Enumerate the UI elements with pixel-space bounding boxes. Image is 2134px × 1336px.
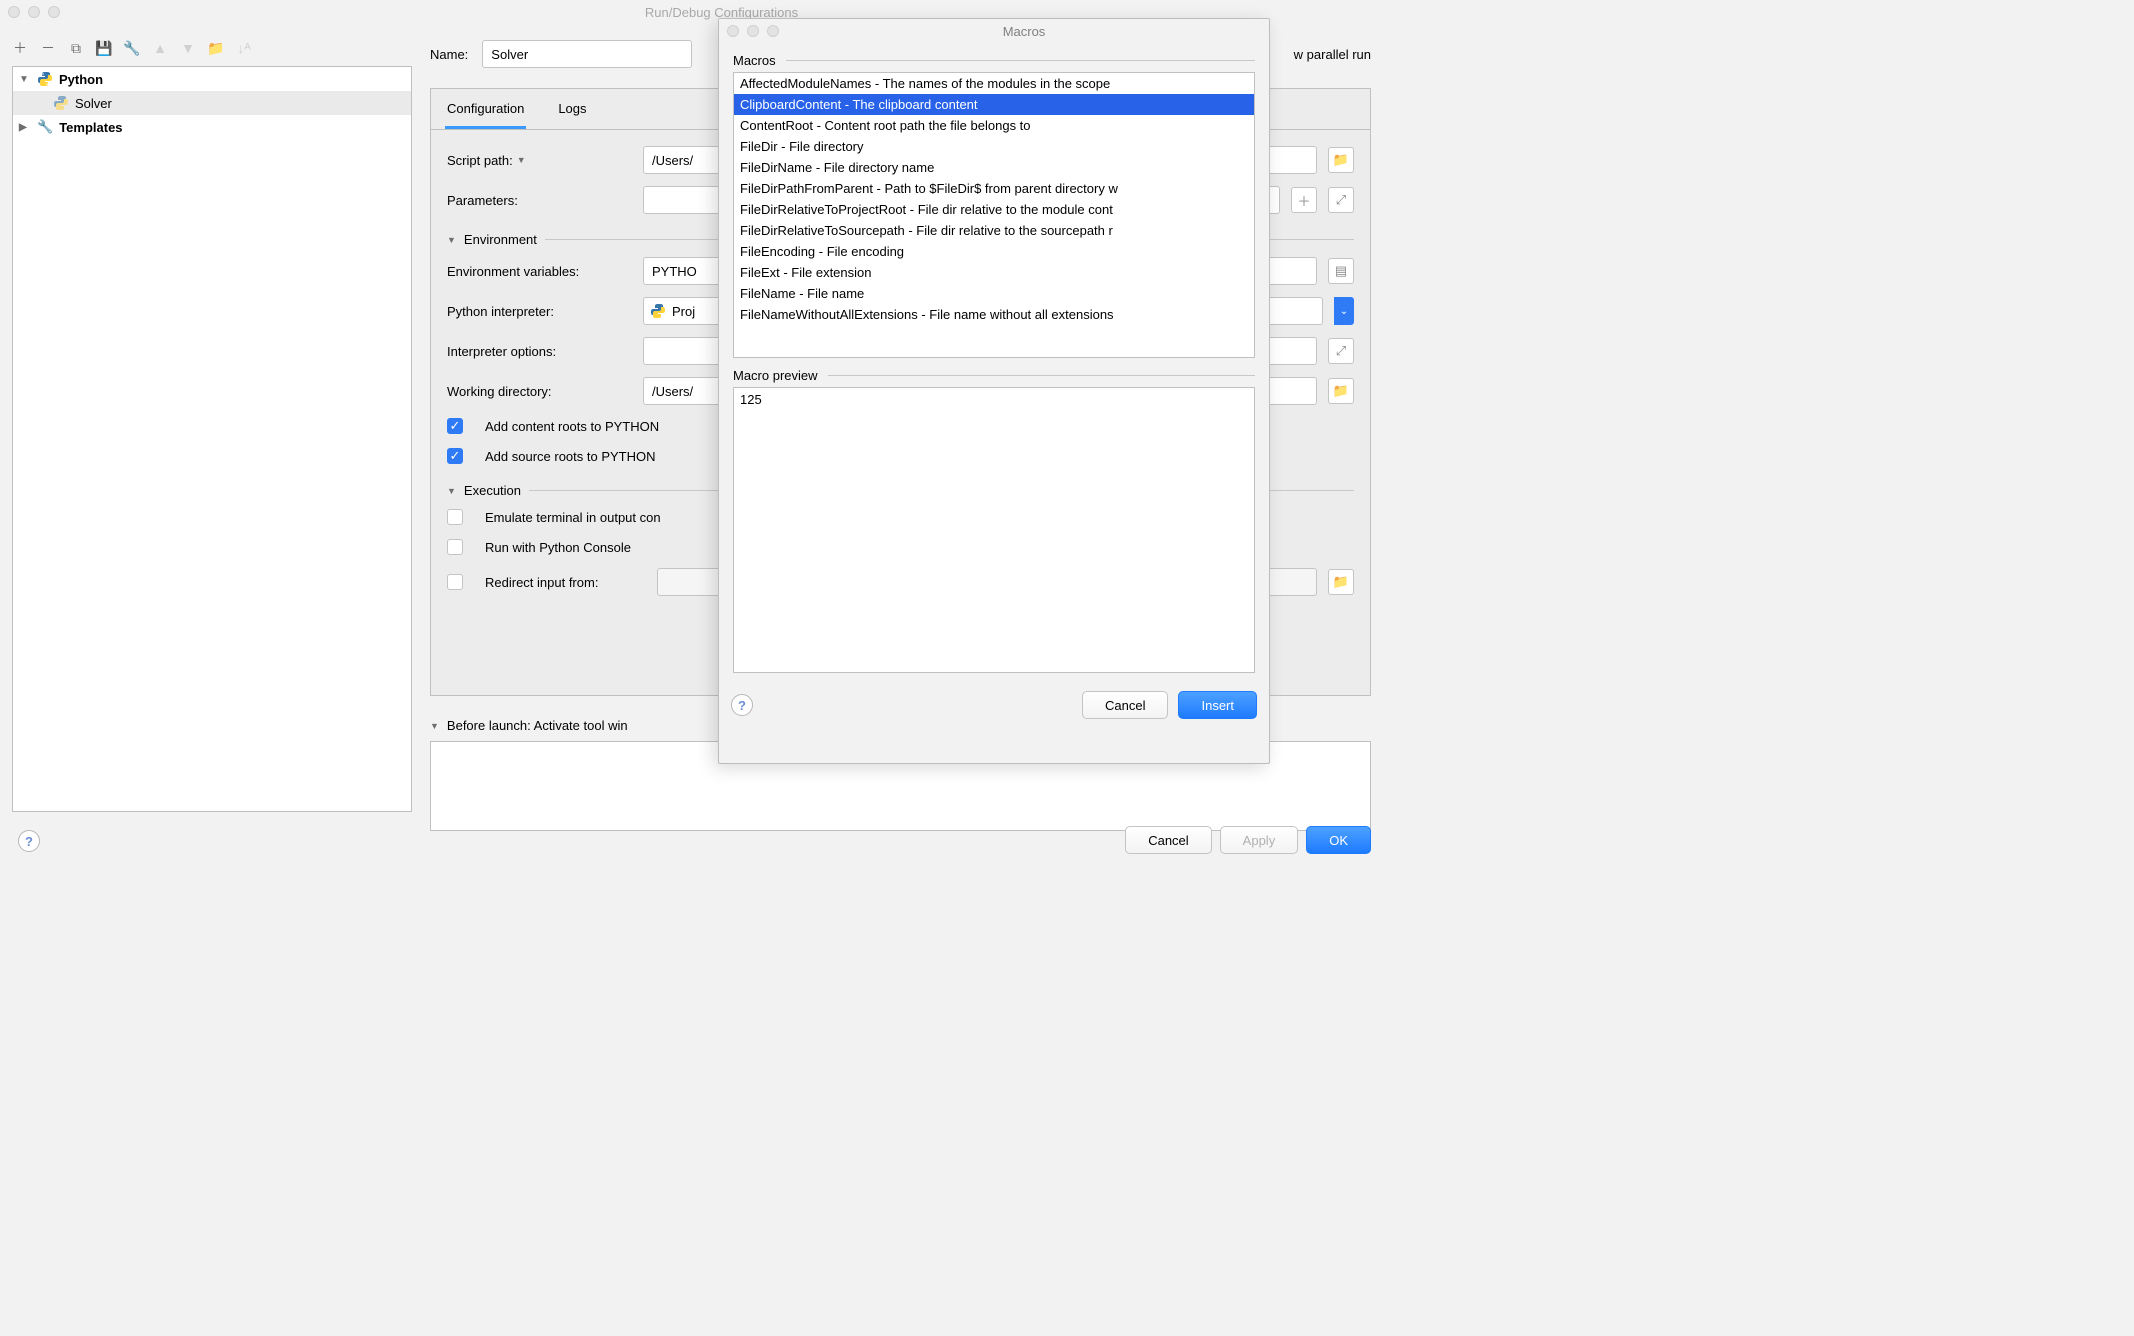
chevron-down-icon[interactable]: ▼: [19, 74, 31, 85]
zoom-dot[interactable]: [767, 25, 779, 37]
min-dot[interactable]: [28, 6, 40, 18]
tree-templates-label: Templates: [59, 120, 122, 135]
add-content-checkbox[interactable]: ✓: [447, 418, 463, 434]
close-dot[interactable]: [727, 25, 739, 37]
add-content-label: Add content roots to PYTHON: [485, 419, 659, 434]
apply-button[interactable]: Apply: [1220, 826, 1299, 854]
remove-icon[interactable]: －: [40, 40, 56, 56]
browse-folder-icon[interactable]: 📁: [1328, 569, 1354, 595]
tree-node-templates[interactable]: ▶ 🔧 Templates: [13, 115, 411, 139]
macro-item[interactable]: FileDirRelativeToSourcepath - File dir r…: [734, 220, 1254, 241]
macro-item[interactable]: FileDirRelativeToProjectRoot - File dir …: [734, 199, 1254, 220]
emulate-label: Emulate terminal in output con: [485, 510, 661, 525]
emulate-checkbox[interactable]: [447, 509, 463, 525]
tree-node-solver[interactable]: Solver: [13, 91, 411, 115]
down-icon[interactable]: ▼: [180, 40, 196, 56]
before-label: Before launch: Activate tool win: [447, 718, 628, 733]
browse-folder-icon[interactable]: 📁: [1328, 378, 1354, 404]
expand-icon[interactable]: ⤢: [1328, 338, 1354, 364]
envvars-edit-icon[interactable]: ▤: [1328, 258, 1354, 284]
interp-label: Python interpreter:: [447, 304, 631, 319]
macro-preview-label: Macro preview: [733, 368, 818, 383]
interp-value: Proj: [672, 304, 695, 319]
add-source-checkbox[interactable]: ✓: [447, 448, 463, 464]
tab-logs[interactable]: Logs: [556, 89, 588, 129]
chevron-right-icon[interactable]: ▶: [19, 122, 31, 133]
tree-node-python[interactable]: ▼ Python: [13, 67, 411, 91]
workdir-label: Working directory:: [447, 384, 631, 399]
tree-solver-label: Solver: [75, 96, 112, 111]
macros-titlebar: Macros: [719, 19, 1269, 43]
copy-icon[interactable]: ⧉: [68, 40, 84, 56]
params-label: Parameters:: [447, 193, 631, 208]
macro-item[interactable]: FileDir - File directory: [734, 136, 1254, 157]
add-macro-icon[interactable]: ＋: [1291, 187, 1317, 213]
name-label: Name:: [430, 47, 468, 62]
zoom-dot[interactable]: [48, 6, 60, 18]
help-icon[interactable]: ?: [18, 830, 40, 852]
python-icon: [650, 303, 666, 319]
script-path-label-drop[interactable]: Script path: ▼: [447, 153, 631, 168]
macros-list[interactable]: AffectedModuleNames - The names of the m…: [733, 72, 1255, 358]
rule: [786, 60, 1255, 61]
config-toolbar: ＋ － ⧉ 💾 🔧 ▲ ▼ 📁 ↓ᴬ: [12, 40, 252, 56]
chevron-down-icon: ▼: [430, 721, 439, 731]
interpreter-dropdown-icon[interactable]: ⌄: [1334, 297, 1354, 325]
chevron-down-icon: ▼: [447, 235, 456, 245]
macros-dialog: Macros Macros AffectedModuleNames - The …: [718, 18, 1270, 764]
run-console-label: Run with Python Console: [485, 540, 631, 555]
rule: [828, 375, 1255, 376]
macro-item[interactable]: FileExt - File extension: [734, 262, 1254, 283]
ok-button[interactable]: OK: [1306, 826, 1371, 854]
run-console-checkbox[interactable]: [447, 539, 463, 555]
macros-insert-button[interactable]: Insert: [1178, 691, 1257, 719]
macro-item[interactable]: FileEncoding - File encoding: [734, 241, 1254, 262]
main-dialog-buttons: Cancel Apply OK: [1125, 826, 1371, 854]
traffic-lights[interactable]: [727, 25, 779, 37]
browse-folder-icon[interactable]: 📁: [1328, 147, 1354, 173]
tree-python-label: Python: [59, 72, 103, 87]
macro-item[interactable]: FileDirPathFromParent - Path to $FileDir…: [734, 178, 1254, 199]
env-header: Environment: [464, 232, 537, 247]
traffic-lights[interactable]: [8, 6, 60, 18]
redirect-checkbox[interactable]: [447, 574, 463, 590]
macro-item[interactable]: FileDirName - File directory name: [734, 157, 1254, 178]
cancel-button[interactable]: Cancel: [1125, 826, 1211, 854]
macros-group-label: Macros: [733, 53, 776, 68]
macro-item[interactable]: ClipboardContent - The clipboard content: [734, 94, 1254, 115]
exec-header: Execution: [464, 483, 521, 498]
name-input[interactable]: [482, 40, 692, 68]
add-source-label: Add source roots to PYTHON: [485, 449, 656, 464]
help-icon[interactable]: ?: [731, 694, 753, 716]
macro-preview-value: 125: [740, 392, 762, 407]
save-icon[interactable]: 💾: [96, 40, 112, 56]
config-tree[interactable]: ▼ Python Solver ▶ 🔧 Templates: [12, 66, 412, 812]
close-dot[interactable]: [8, 6, 20, 18]
add-icon[interactable]: ＋: [12, 40, 28, 56]
envvars-label: Environment variables:: [447, 264, 631, 279]
allow-parallel-label[interactable]: w parallel run: [1294, 47, 1371, 62]
expand-icon[interactable]: ⤢: [1328, 187, 1354, 213]
wrench-icon[interactable]: 🔧: [124, 40, 140, 56]
interp-opts-label: Interpreter options:: [447, 344, 631, 359]
python-icon: [37, 71, 53, 87]
wrench-icon: 🔧: [37, 119, 53, 135]
chevron-down-icon: ▼: [447, 486, 456, 496]
folder-icon[interactable]: 📁: [208, 40, 224, 56]
redirect-label: Redirect input from:: [485, 575, 645, 590]
macro-item[interactable]: FileName - File name: [734, 283, 1254, 304]
macros-title: Macros: [779, 24, 1269, 39]
chevron-down-icon: ▼: [517, 155, 526, 165]
tab-configuration[interactable]: Configuration: [445, 89, 526, 129]
macros-cancel-button[interactable]: Cancel: [1082, 691, 1168, 719]
script-path-label: Script path:: [447, 153, 513, 168]
macro-item[interactable]: AffectedModuleNames - The names of the m…: [734, 73, 1254, 94]
up-icon[interactable]: ▲: [152, 40, 168, 56]
min-dot[interactable]: [747, 25, 759, 37]
python-icon: [53, 95, 69, 111]
sort-icon[interactable]: ↓ᴬ: [236, 40, 252, 56]
macro-item[interactable]: ContentRoot - Content root path the file…: [734, 115, 1254, 136]
macro-item[interactable]: FileNameWithoutAllExtensions - File name…: [734, 304, 1254, 325]
macro-preview: 125: [733, 387, 1255, 673]
